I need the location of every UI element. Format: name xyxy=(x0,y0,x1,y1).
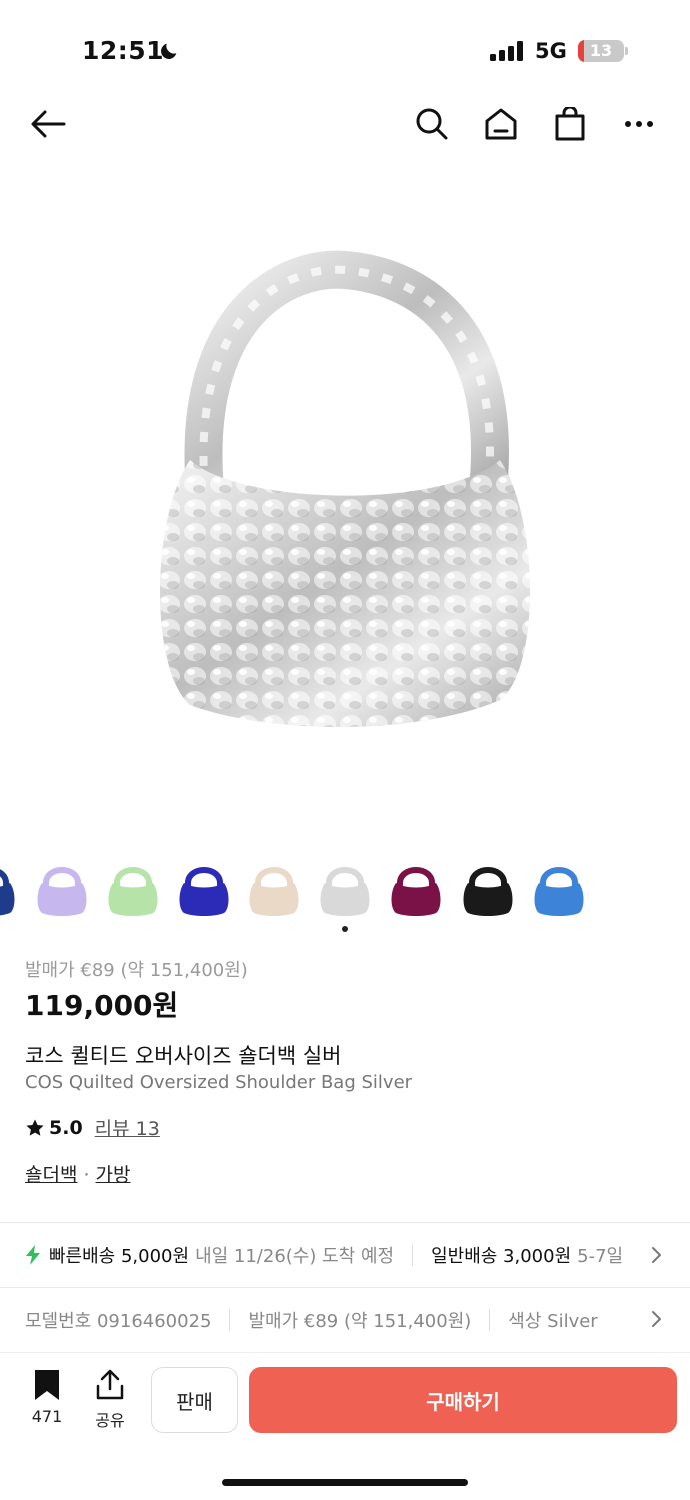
color-variant-thumb[interactable] xyxy=(529,855,589,921)
buy-button[interactable]: 구매하기 xyxy=(249,1367,677,1433)
fast-shipping-label: 빠른배송 5,000원 xyxy=(49,1246,190,1267)
home-button[interactable] xyxy=(481,104,521,144)
shipping-options[interactable]: 빠른배송 5,000원 내일 11/26(수) 도착 예정 일반배송 3,000… xyxy=(0,1224,690,1286)
bag-thumb-icon xyxy=(37,867,87,916)
color-variant-thumb[interactable] xyxy=(458,855,518,921)
back-button[interactable] xyxy=(28,104,68,144)
bookmark-button[interactable]: 471 xyxy=(26,1369,68,1426)
moon-icon xyxy=(161,43,177,59)
color-variant-thumb[interactable] xyxy=(103,855,163,921)
category-links: 숄더백 · 가방 xyxy=(25,1160,130,1187)
color-variant-thumb[interactable] xyxy=(0,855,20,921)
bag-thumb-icon xyxy=(320,867,370,916)
color-variant-thumb[interactable] xyxy=(32,855,92,921)
color-variant-list xyxy=(0,855,690,925)
divider xyxy=(0,1222,690,1223)
bag-thumb-icon xyxy=(534,867,584,916)
bag-thumb-icon xyxy=(463,867,513,916)
category-link-bag[interactable]: 가방 xyxy=(96,1164,131,1186)
network-label: 5G xyxy=(535,39,567,63)
more-button[interactable] xyxy=(619,104,659,144)
back-arrow-icon xyxy=(31,110,66,138)
color-label: 색상 Silver xyxy=(508,1311,598,1332)
share-icon xyxy=(96,1369,124,1400)
separator xyxy=(489,1309,491,1331)
bag-thumb-icon xyxy=(108,867,158,916)
category-separator: · xyxy=(83,1164,90,1186)
cart-button[interactable] xyxy=(550,104,590,144)
home-indicator xyxy=(222,1479,468,1486)
color-variant-thumb[interactable] xyxy=(315,855,375,921)
category-link-shoulder-bag[interactable]: 숄더백 xyxy=(25,1164,77,1186)
shopping-bag-icon xyxy=(555,107,585,141)
battery-tip xyxy=(625,47,628,55)
top-nav xyxy=(0,100,690,148)
bookmark-icon xyxy=(35,1370,59,1400)
chevron-right-icon xyxy=(652,1247,661,1263)
silver-bag-illustration xyxy=(160,250,530,727)
color-variant-thumb[interactable] xyxy=(174,855,234,921)
separator xyxy=(412,1244,414,1266)
battery-level: 13 xyxy=(589,41,613,60)
sell-button[interactable]: 판매 xyxy=(151,1367,238,1433)
price: 119,000원 xyxy=(25,989,179,1022)
search-button[interactable] xyxy=(412,104,452,144)
page-indicator-dot xyxy=(342,926,348,932)
share-button[interactable]: 공유 xyxy=(88,1369,132,1431)
bag-thumb-icon xyxy=(249,867,299,916)
bag-thumb-icon xyxy=(391,867,441,916)
status-bar: 12:51 5G 13 xyxy=(0,0,690,100)
release-price: 발매가 €89 (약 151,400원) xyxy=(248,1311,472,1332)
battery-icon: 13 xyxy=(578,40,624,62)
normal-shipping-label: 일반배송 3,000원 xyxy=(431,1246,572,1267)
bottom-action-bar: 471 공유 판매 구매하기 xyxy=(0,1352,690,1500)
separator xyxy=(229,1309,231,1331)
star-icon xyxy=(26,1119,44,1136)
model-number: 모델번호 0916460025 xyxy=(25,1311,212,1332)
divider xyxy=(0,1287,690,1288)
product-image[interactable] xyxy=(0,160,690,840)
color-variant-thumb[interactable] xyxy=(244,855,304,921)
home-icon xyxy=(485,108,517,140)
color-variant-thumb[interactable] xyxy=(386,855,446,921)
product-meta[interactable]: 모델번호 0916460025 발매가 €89 (약 151,400원) 색상 … xyxy=(0,1290,690,1348)
fast-shipping-eta: 내일 11/26(수) 도착 예정 xyxy=(195,1246,395,1267)
lightning-icon xyxy=(26,1245,40,1265)
chevron-right-icon xyxy=(652,1311,661,1327)
bookmark-count: 471 xyxy=(31,1407,63,1426)
rating-row: 5.0 리뷰 13 xyxy=(25,1114,160,1141)
product-name-english: COS Quilted Oversized Shoulder Bag Silve… xyxy=(25,1072,413,1093)
bag-thumb-icon xyxy=(179,867,229,916)
original-price: 발매가 €89 (약 151,400원) xyxy=(25,960,248,981)
rating-score: 5.0 xyxy=(49,1116,83,1139)
review-link[interactable]: 리뷰 13 xyxy=(95,1114,160,1141)
signal-icon xyxy=(490,41,523,61)
status-time: 12:51 xyxy=(82,36,165,65)
share-label: 공유 xyxy=(95,1411,125,1430)
product-name-korean: 코스 퀼티드 오버사이즈 숄더백 실버 xyxy=(25,1044,342,1068)
normal-shipping-eta: 5-7일 xyxy=(577,1246,624,1267)
bag-thumb-icon xyxy=(0,869,15,916)
search-icon xyxy=(416,108,448,140)
more-icon xyxy=(625,121,653,127)
